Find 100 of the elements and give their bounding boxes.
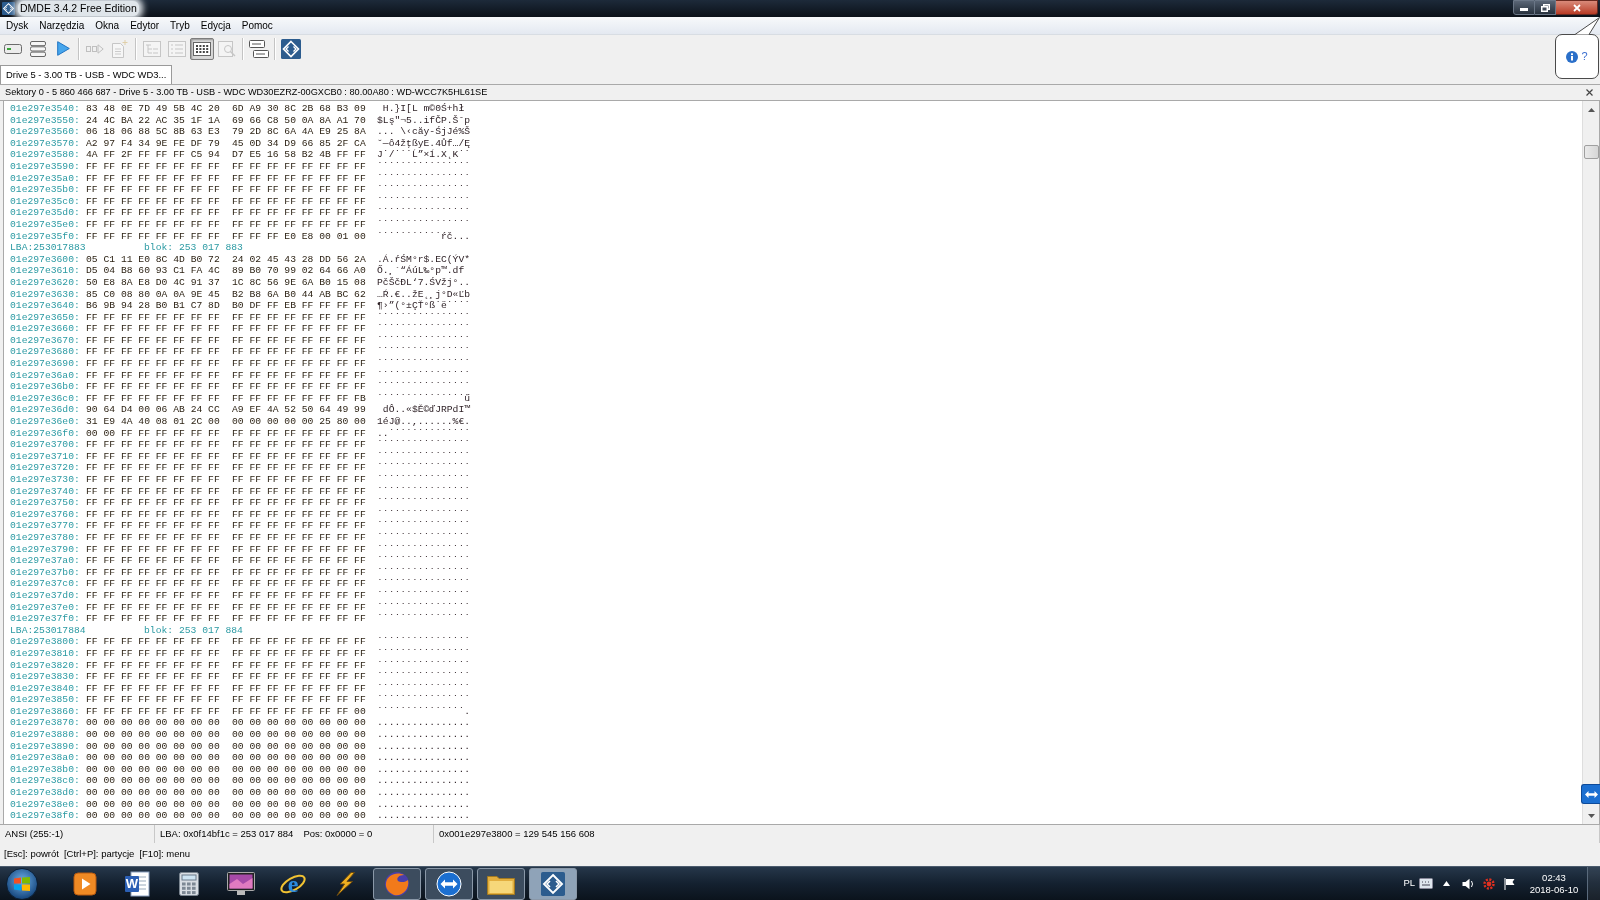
hex-bytes: 00 00 00 00 00 00 00 00 — [232, 810, 366, 822]
hex-bytes: FF FF FF FF FF FF FF FF — [232, 381, 366, 393]
toolbar-button[interactable] — [279, 37, 303, 60]
hex-bytes: FF FF FF FF FF FF FF FF — [232, 566, 366, 579]
hex-bytes: FF FF FF FF FF FF FF FF — [232, 358, 366, 370]
start-button[interactable] — [6, 867, 38, 900]
hex-bytes: FF FF FF FF FF FF FF FF — [86, 172, 220, 185]
hex-bytes: 00 00 00 00 00 00 00 00 — [86, 810, 220, 822]
hex-bytes: FF FF FF FF FF FF FF FF — [86, 195, 220, 208]
hex-bytes: FF FF FF FF FF FF FF FF — [232, 671, 366, 683]
hex-bytes: FF FF FF FF FF FF FF FF — [86, 334, 220, 347]
hex-bytes: FF FF FF FF FF FF FF FF — [86, 578, 220, 590]
offset-text: 01e297e3690: — [10, 358, 80, 370]
hex-bytes: FF FF FF FF FF FF FF FF — [232, 369, 366, 382]
ascii-text: ................ — [377, 775, 470, 788]
ascii-text: ................ — [377, 729, 470, 741]
hex-bytes: FF FF FF FF FF FF FF FF — [86, 323, 220, 335]
ascii-text: ˙˙˙˙˙˙˙˙˙˙˙˙˙˙˙˙ — [377, 369, 470, 382]
restore-icon — [1540, 3, 1550, 12]
close-button[interactable] — [1556, 0, 1598, 15]
offset-text: 01e297e3810: — [10, 647, 80, 660]
close-button[interactable] — [1584, 87, 1594, 98]
hex-bytes: 00 00 00 00 00 00 00 00 — [232, 798, 366, 811]
ascii-text: ˙˙˙˙˙˙˙˙˙˙˙˙˙˙˙˙ — [377, 195, 470, 208]
side-panel-button[interactable] — [1581, 784, 1600, 804]
ascii-text: ................ — [377, 798, 470, 811]
offset-text: 01e297e3740: — [10, 485, 80, 498]
offset-text: 01e297e3710: — [10, 450, 80, 463]
minimize-button[interactable] — [1513, 0, 1535, 15]
ascii-text: ˙˙˙˙˙˙˙˙˙˙˙˙˙˙˙ű — [377, 392, 470, 404]
hex-bytes: 24 02 45 43 28 DD 56 2A — [232, 253, 366, 266]
scrollbar[interactable] — [1582, 101, 1599, 824]
toolbar-button[interactable] — [247, 37, 271, 60]
hex-bytes: FF FF FF FF FF FF FF FF — [232, 601, 366, 614]
key-hint: [Ctrl+P]: partycje — [63, 847, 135, 862]
key-hint: [F10]: menu — [139, 847, 191, 862]
taskbar-button[interactable]: W — [113, 867, 161, 900]
hex-bytes: 00 00 00 00 00 00 00 00 — [86, 787, 220, 799]
taskbar-button[interactable] — [477, 867, 525, 900]
hex-bytes: FF FF FF FF FF FF FF FF — [232, 613, 366, 625]
offset-text: 01e297e3880: — [10, 729, 80, 741]
offset-text: 01e297e3790: — [10, 543, 80, 556]
menu-item[interactable]: Narzędzia — [34, 17, 90, 34]
hex-bytes: FF FF FF FF FF FF FF FF — [86, 392, 220, 405]
hex-bytes: 00 00 00 00 00 00 00 00 — [86, 729, 220, 741]
language-indicator[interactable]: PL — [1403, 876, 1415, 891]
clock-date[interactable]: 2018-06-10 — [1529, 883, 1579, 896]
hex-bytes: FF FF FF FF FF FF FF FF — [232, 508, 366, 521]
ascii-text: ˙˙˙˙˙˙˙˙˙˙˙˙˙˙˙. — [377, 705, 470, 718]
show-desktop-button[interactable] — [1587, 867, 1600, 900]
hex-bytes: FF FF FF FF FF FF FF FF — [232, 578, 366, 590]
hex-bytes: FF FF FF FF FF FF FF FF — [232, 462, 366, 474]
scrollbar-thumb[interactable] — [1583, 145, 1599, 159]
hex-bytes: FF FF FF FF FF FF FF FF — [86, 636, 220, 648]
toolbar-button[interactable] — [190, 37, 214, 60]
offset-text: 01e297e3700: — [10, 439, 80, 451]
tab[interactable]: Drive 5 - 3.00 TB - USB - WDC WD3... — [0, 65, 173, 84]
hex-bytes: FF FF FF FF FF FF FF FF — [86, 682, 220, 695]
hex-bytes: FF FF FF FF FF FF FF FF — [86, 311, 220, 324]
taskbar-button[interactable] — [425, 867, 473, 900]
taskbar-button[interactable] — [529, 867, 577, 900]
diamond-logo-icon — [2, 2, 15, 15]
hex-bytes: FF FF FF FF FF FF FF FF — [86, 381, 220, 393]
offset-text: 01e297e38c0: — [10, 775, 80, 788]
menu-item[interactable]: Dysk — [1, 17, 34, 34]
panel-title: Sektory 0 - 5 860 466 687 - Drive 5 - 3.00 TB - USB - WDC WD30EZRZ-00GXCB0 : 80.00A80 : WD-WCC7K5HL61SE — [5, 86, 488, 99]
offset-text: 01e297e3870: — [10, 717, 80, 730]
hex-bytes: 90 64 D4 00 06 AB 24 CC — [86, 404, 220, 417]
offset-text: 01e297e3830: — [10, 671, 80, 683]
ascii-text: PčŠčĐL‘7.ŚVžj°.. — [377, 276, 470, 289]
menu-item[interactable]: Tryb — [165, 17, 195, 34]
ascii-text: ¶›”(°±ÇŤ°ß˙ë˙˙˙˙ — [377, 300, 470, 312]
hex-bytes: FF FF FF FF FF FF FF FF — [86, 694, 220, 706]
blocks-arrow-icon — [86, 43, 104, 54]
menu-item[interactable]: Edycja — [195, 17, 236, 34]
hex-bytes: 50 E8 8A E8 D0 4C 91 37 — [86, 276, 220, 289]
menu-item[interactable]: Edytor — [125, 17, 165, 34]
down-arrow-icon — [1587, 813, 1595, 818]
hex-bytes: FF FF FF FF FF FF FF FF — [86, 508, 220, 521]
hex-bytes: 1C 8C 56 9E 6A B0 15 08 — [232, 276, 366, 289]
ascii-text: ................ — [377, 787, 470, 799]
menu-item[interactable]: Pomoc — [236, 17, 278, 34]
hex-bytes: FF FF FF FF FF FF FF FF — [86, 474, 220, 486]
hex-bytes: 00 00 00 00 00 00 00 00 — [86, 717, 220, 730]
taskbar-button[interactable]: e — [269, 867, 317, 900]
diamond-logo-icon — [281, 38, 301, 59]
tree-view-icon — [143, 40, 161, 57]
clock-time[interactable]: 02:43 — [1542, 871, 1566, 884]
hex-bytes: FF FF FF FF FF FF FF FF — [232, 682, 366, 695]
keyboard-icon — [1419, 878, 1433, 889]
offset-text: 01e297e3820: — [10, 659, 80, 672]
ascii-text: ˙˙˙˙˙˙˙˙˙˙˙˙˙˙˙˙ — [377, 543, 470, 556]
hex-bytes: 00 00 00 00 00 00 00 00 — [232, 775, 366, 788]
menu-item[interactable]: Okna — [90, 17, 125, 34]
hex-bytes: FF FF FF FF FF FF FF FF — [86, 497, 220, 509]
calculator-icon — [179, 871, 199, 896]
restore-button[interactable] — [1535, 0, 1556, 15]
hex-bytes: 24 4C BA 22 AC 35 1F 1A — [86, 114, 220, 127]
offset-text: 01e297e3720: — [10, 462, 80, 474]
hex-bytes: FF FF FF FF FF FF FF FF — [86, 462, 220, 474]
